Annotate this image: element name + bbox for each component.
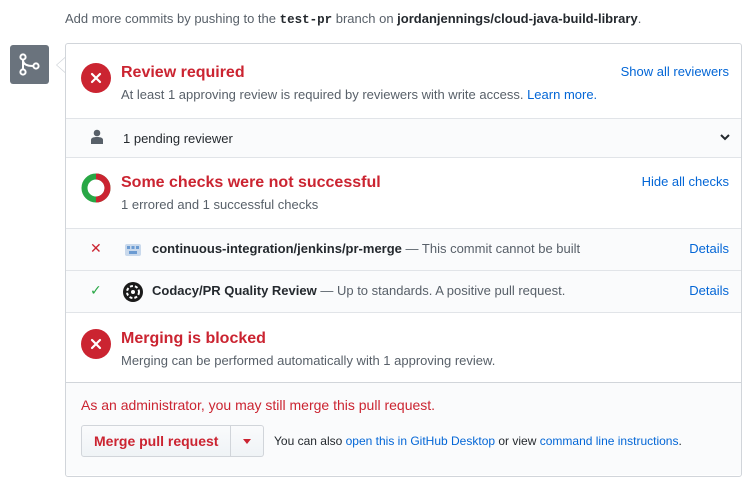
learn-more-link[interactable]: Learn more. (527, 87, 597, 102)
check-description: — This commit cannot be built (401, 241, 581, 256)
blocked-description: Merging can be performed automatically w… (121, 353, 496, 368)
check-context: continuous-integration/jenkins/pr-merge … (152, 241, 580, 256)
success-check-icon: ✓ (90, 282, 102, 298)
review-section: Review required At least 1 approving rev… (66, 44, 741, 118)
review-description-text: At least 1 approving review is required … (121, 87, 524, 102)
error-x-icon: ✕ (90, 240, 102, 256)
status-check-row: ✕ continuous-integration/jenkins/pr-merg… (66, 229, 741, 270)
merge-status-box: Review required At least 1 approving rev… (65, 43, 742, 477)
codacy-icon (123, 282, 143, 302)
blocked-section: Merging is blocked Merging can be perfor… (66, 313, 741, 381)
open-github-desktop-link[interactable]: open this in GitHub Desktop (346, 434, 495, 448)
hint-prefix: Add more commits by pushing to the (65, 11, 280, 26)
hint-suffix: . (637, 11, 642, 26)
blocked-x-icon (81, 329, 111, 359)
status-check-row: ✓ Codacy/PR Quality Review — Up to stand… (66, 271, 741, 312)
checks-title: Some checks were not successful (121, 174, 381, 191)
review-title: Review required (121, 64, 245, 81)
alt-suffix: . (678, 434, 682, 448)
pending-reviewer-label: 1 pending reviewer (123, 131, 233, 146)
person-icon (91, 129, 103, 144)
details-link[interactable]: Details (689, 283, 729, 298)
command-line-instructions-link[interactable]: command line instructions (540, 434, 679, 448)
review-x-icon (81, 63, 111, 93)
checks-section: Some checks were not successful 1 errore… (66, 158, 741, 228)
box-pointer (56, 57, 65, 73)
show-all-reviewers-link[interactable]: Show all reviewers (621, 64, 729, 79)
check-context: Codacy/PR Quality Review — Up to standar… (152, 283, 565, 298)
triangle-down-icon (243, 438, 252, 444)
hide-all-checks-link[interactable]: Hide all checks (642, 174, 729, 189)
merge-alternatives: You can also open this in GitHub Desktop… (274, 434, 682, 448)
chevron-down-icon[interactable] (719, 131, 731, 143)
push-hint: Add more commits by pushing to the test-… (65, 11, 641, 27)
checks-description: 1 errored and 1 successful checks (121, 197, 319, 212)
check-description: — Up to standards. A positive pull reque… (316, 283, 566, 298)
check-name: Codacy/PR Quality Review (152, 283, 317, 298)
jenkins-icon (125, 244, 141, 256)
review-description: At least 1 approving review is required … (121, 87, 597, 102)
merge-area: As an administrator, you may still merge… (66, 383, 741, 475)
admin-note: As an administrator, you may still merge… (81, 397, 436, 413)
checks-donut-icon (81, 173, 111, 203)
hint-middle: branch on (332, 11, 398, 26)
blocked-title: Merging is blocked (121, 330, 266, 347)
merge-method-dropdown[interactable] (231, 425, 265, 457)
alt-prefix: You can also (274, 434, 346, 448)
details-link[interactable]: Details (689, 241, 729, 256)
merge-button-group: Merge pull request (81, 425, 265, 457)
repo-name: jordanjennings/cloud-java-build-library (397, 11, 638, 26)
pending-reviewer-row[interactable]: 1 pending reviewer (66, 119, 741, 157)
branch-name: test-pr (279, 13, 333, 27)
alt-middle: or view (495, 434, 540, 448)
check-name: continuous-integration/jenkins/pr-merge (152, 241, 402, 256)
merge-pull-request-button[interactable]: Merge pull request (81, 425, 232, 457)
git-merge-icon (10, 45, 49, 84)
